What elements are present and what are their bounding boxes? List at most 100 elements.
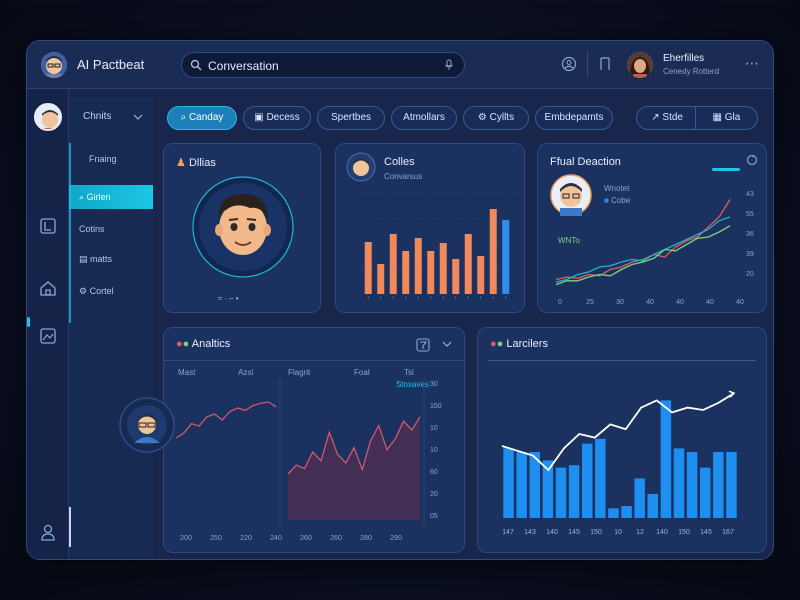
doc-tab-icon: ▣ — [254, 112, 264, 123]
analytics-col-4: Foat — [354, 368, 371, 377]
status-dot-red-icon: ● — [490, 338, 497, 350]
bar — [502, 220, 510, 294]
search-small-icon: ⌕ — [79, 192, 85, 202]
nav-header: Chnits — [83, 111, 112, 122]
bar — [713, 452, 724, 518]
refresh-icon[interactable] — [746, 154, 758, 166]
detection-title: Ffual Deaction — [550, 156, 621, 168]
larchers-title-text: Larcilers — [506, 338, 548, 350]
nav-scroll-track[interactable] — [69, 143, 71, 323]
tab-spertbes[interactable]: Spertbes — [317, 106, 385, 130]
colles-card[interactable]: Colles Convarsus — [335, 143, 525, 313]
microphone-icon[interactable] — [444, 59, 454, 71]
bar — [634, 478, 645, 518]
bar — [464, 234, 472, 294]
larchers-bar-chart: 147 143 140 145 150 10 12 140 150 145 167 — [501, 390, 737, 536]
chevron-down-icon[interactable] — [133, 113, 143, 121]
profile-footer: ≈ ∙ – • — [218, 294, 239, 303]
user-subtitle: Cenedy Rotterd — [663, 67, 720, 76]
grid-icon: ▦ — [712, 112, 722, 123]
app-avatar[interactable] — [41, 52, 67, 78]
tab-canday[interactable]: ⌕ Canday — [167, 106, 237, 130]
tab-decess[interactable]: ▣ Decess — [243, 106, 311, 130]
analytics-divider — [164, 360, 466, 361]
search-input[interactable] — [208, 57, 438, 74]
tab-embdepamts[interactable]: Embdepamts — [535, 106, 613, 130]
search-icon — [190, 59, 202, 71]
colles-bar-chart — [362, 193, 518, 299]
y-tick-label: 150 — [430, 403, 442, 410]
gear-icon: ⚙ — [79, 286, 88, 296]
filter-icon[interactable] — [416, 338, 430, 352]
chevron-down-icon[interactable] — [442, 340, 452, 348]
series-line — [555, 225, 731, 286]
x-tick-label: 145 — [700, 529, 712, 536]
user-avatar[interactable] — [627, 52, 653, 78]
tab-cyllts[interactable]: ⚙ Cyllts — [463, 106, 529, 130]
person-icon: ♟ — [176, 157, 186, 169]
x-tick-label: 147 — [502, 529, 514, 536]
nav-scroll-thumb[interactable] — [69, 507, 71, 547]
top-divider — [587, 51, 588, 77]
app-window: AI Pactbeat Conversation Eherfilles Cene… — [26, 40, 774, 560]
tab-atmollars[interactable]: Atmollars — [391, 106, 457, 130]
nav-item-cortel[interactable]: ⚙ Cortel — [69, 279, 153, 303]
bar — [364, 242, 372, 294]
y-tick-label: 10 — [430, 425, 438, 432]
nav-item-cotins[interactable]: Cotins — [69, 217, 153, 241]
y-tick-label: 36 — [746, 231, 754, 238]
home-icon[interactable] — [39, 279, 57, 297]
bar — [581, 443, 593, 518]
bar — [647, 494, 659, 518]
bar — [503, 448, 514, 518]
floating-avatar[interactable] — [119, 397, 175, 453]
avatar-face-icon — [41, 52, 67, 78]
series-area — [288, 416, 420, 520]
app-title: AI Pactbeat — [77, 57, 145, 72]
status-dot-red-icon: ● — [176, 338, 183, 350]
detection-card[interactable]: Ffual Deaction Wnotet ■ Cobe WNTo 43 55 36… — [537, 143, 767, 313]
nav-item-girlen[interactable]: ⌕ Girlen — [69, 185, 153, 209]
nav-item-matts[interactable]: ▤ matts — [69, 247, 153, 271]
bar — [621, 506, 632, 518]
bar — [595, 438, 606, 518]
series-line — [175, 401, 277, 439]
profile-card[interactable]: ♟ Dllias ≈ ∙ – • — [163, 143, 321, 313]
bar — [477, 256, 485, 294]
user-icon[interactable] — [40, 523, 56, 541]
rail-avatar[interactable] — [34, 103, 62, 131]
profile-card-title: ♟ Dllias — [176, 156, 216, 169]
view-button[interactable]: ▦ Gla — [698, 107, 754, 129]
profile-portrait — [192, 176, 294, 278]
x-tick-label: 40 — [676, 299, 684, 306]
image-icon[interactable] — [39, 327, 57, 345]
list-icon: ▤ — [79, 254, 88, 264]
bar — [568, 465, 580, 518]
search-tab-icon: ⌕ — [180, 112, 187, 123]
rail-avatar-image — [36, 105, 60, 129]
rail-indicator — [27, 317, 30, 327]
y-tick-label: 10 — [430, 447, 438, 454]
bar — [489, 209, 497, 294]
bar — [439, 243, 447, 294]
tab-label: Atmollars — [403, 112, 445, 123]
detection-line-chart: 43 55 36 39 20 0 25 30 40 40 40 40 — [555, 191, 754, 306]
profile-title-text: Dllias — [188, 157, 216, 169]
analytics-card[interactable]: ●● Analtics Mast Azsl Flagrit Foat Tsl S… — [163, 327, 466, 553]
user-avatar-image — [627, 52, 653, 78]
site-button[interactable]: ↗ Stde — [640, 107, 696, 129]
larchers-card[interactable]: ●● Larcilers 147 143 140 145 150 10 12 140 150 14… — [477, 327, 767, 553]
user-circle-icon[interactable] — [561, 56, 577, 72]
document-icon[interactable] — [39, 217, 57, 235]
search-bar[interactable] — [181, 52, 465, 78]
nav-item-label: Cortel — [89, 286, 114, 296]
larchers-divider — [488, 360, 756, 361]
link-icon: ↗ — [651, 112, 660, 123]
nav-item-fnaing[interactable]: Fnaing — [69, 147, 153, 171]
bar — [686, 452, 698, 518]
bookmark-icon[interactable] — [599, 57, 611, 71]
x-tick-label: 40 — [736, 299, 744, 306]
tab-label: Decess — [266, 112, 300, 123]
more-menu-button[interactable]: ⋯ — [745, 55, 760, 72]
x-tick-label: 240 — [270, 535, 282, 542]
